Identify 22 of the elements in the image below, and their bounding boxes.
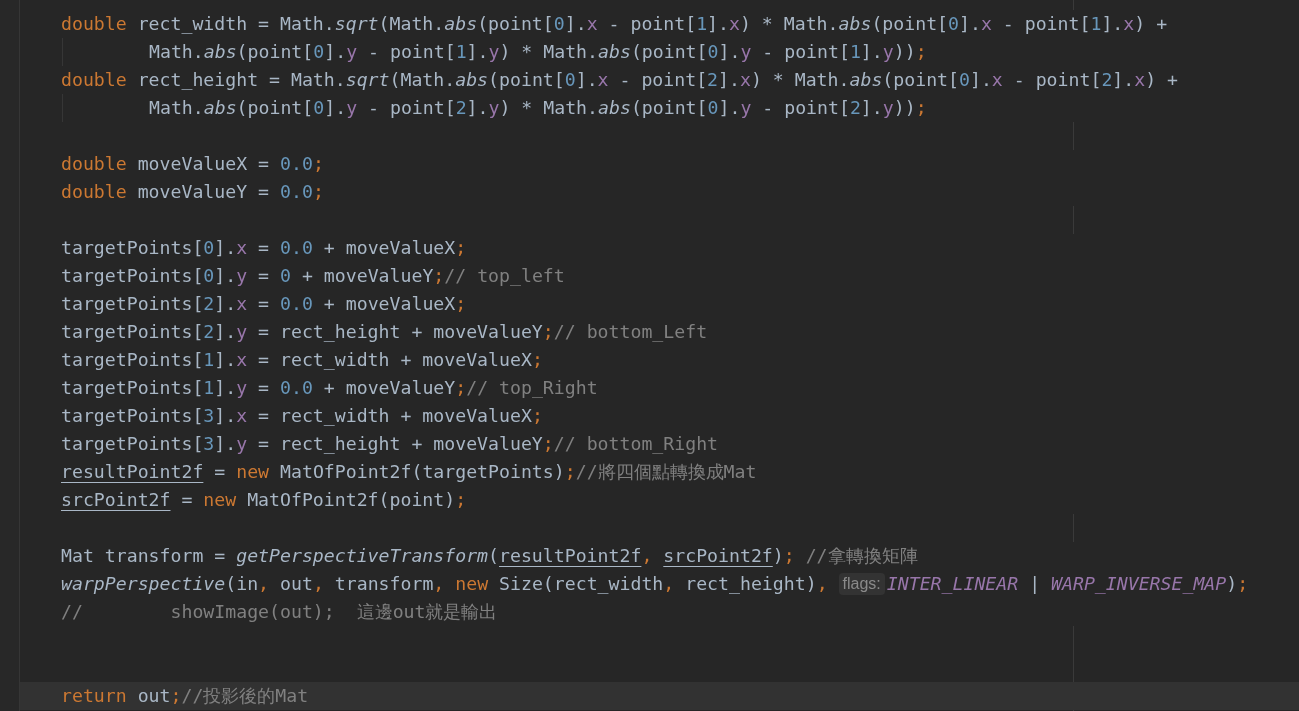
code-line: targetPoints[2].x = 0.0 + moveValueX; xyxy=(61,292,467,317)
code-line: targetPoints[0].x = 0.0 + moveValueX; xyxy=(61,236,467,261)
code-line: resultPoint2f = new MatOfPoint2f(targetPoints);//將四個點轉換成Mat xyxy=(61,460,757,485)
code-line: double rect_width = Math.sqrt(Math.abs(point[0].x - point[1].x) * Math.abs(point[0].x - point[1].x) + xyxy=(61,12,1168,37)
code-line: Math.abs(point[0].y - point[2].y) * Math.abs(point[0].y - point[2].y)); xyxy=(149,96,927,121)
code-line: targetPoints[1].y = 0.0 + moveValueY;// top_Right xyxy=(61,376,598,401)
code-line: double rect_height = Math.sqrt(Math.abs(point[0].x - point[2].x) * Math.abs(point[0].x - point[2].x) + xyxy=(61,68,1179,93)
parameter-hint: flags: xyxy=(838,573,885,595)
code-line: targetPoints[1].x = rect_width + moveValueX; xyxy=(61,348,543,373)
code-line: targetPoints[2].y = rect_height + moveValueY;// bottom_Left xyxy=(61,320,708,345)
code-line: Mat transform = getPerspectiveTransform(resultPoint2f, srcPoint2f); //拿轉換矩陣 xyxy=(61,544,918,569)
code-line: double moveValueY = 0.0; xyxy=(61,180,324,205)
code-line: warpPerspective(in, out, transform, new Size(rect_width, rect_height), xyxy=(61,572,829,597)
code-line: srcPoint2f = new MatOfPoint2f(point); xyxy=(61,488,467,513)
code-line: targetPoints[3].y = rect_height + moveValueY;// bottom_Right xyxy=(61,432,719,457)
code-line: INTER_LINEAR | WARP_INVERSE_MAP); xyxy=(886,572,1249,597)
code-line: return out;//投影後的Mat xyxy=(61,684,309,709)
code-line: double moveValueX = 0.0; xyxy=(61,152,324,177)
code-line: targetPoints[0].y = 0 + moveValueY;// top_left xyxy=(61,264,565,289)
code-line: targetPoints[3].x = rect_width + moveValueX; xyxy=(61,404,543,429)
code-line: // showImage(out); 這邊out就是輸出 xyxy=(61,600,498,625)
code-line: Math.abs(point[0].y - point[1].y) * Math.abs(point[0].y - point[1].y)); xyxy=(149,40,927,65)
